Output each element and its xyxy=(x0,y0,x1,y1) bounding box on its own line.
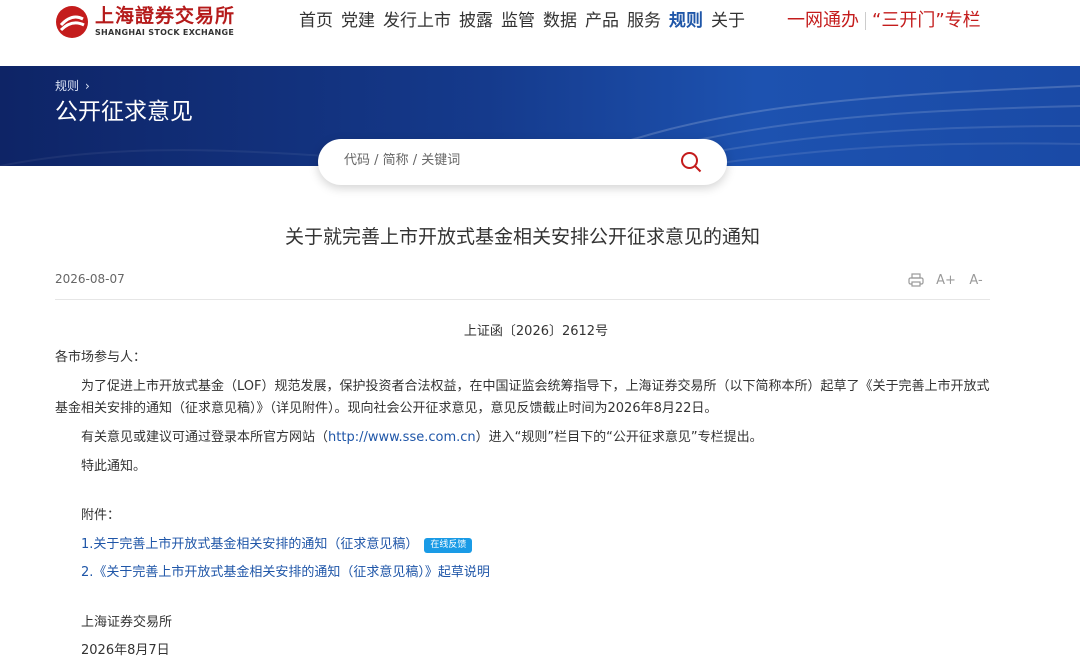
paragraph-feedback-before: 有关意见或建议可通过登录本所官方网站（ xyxy=(81,430,329,445)
greeting: 各市场参与人： xyxy=(55,350,147,365)
nav-item-products[interactable]: 产品 xyxy=(585,9,619,33)
paragraph-intro: 为了促进上市开放式基金（LOF）规范发展，保护投资者合法权益，在中国证监会统筹指… xyxy=(55,379,990,416)
attachment-item: 1.关于完善上市开放式基金相关安排的通知（征求意见稿） 在线反馈 xyxy=(81,534,473,556)
nav-item-disclosure[interactable]: 披露 xyxy=(459,9,493,33)
attachment-link-2[interactable]: 2.《关于完善上市开放式基金相关安排的通知（征求意见稿）》起草说明 xyxy=(81,562,490,584)
sse-website-link[interactable]: http://www.sse.com.cn xyxy=(328,430,476,445)
search-icon[interactable] xyxy=(680,151,702,173)
special-links-divider xyxy=(865,12,866,30)
paragraph-feedback-after: ）进入“规则”栏目下的“公开征求意见”专栏提出。 xyxy=(475,430,763,445)
main-nav: 首页 党建 发行上市 披露 监管 数据 产品 服务 规则 关于 xyxy=(299,9,753,33)
paragraph-closing: 特此通知。 xyxy=(81,459,147,474)
sse-logo[interactable]: 上海證券交易所 SHANGHAI STOCK EXCHANGE xyxy=(55,5,235,39)
document-number: 上证函〔2026〕2612号 xyxy=(463,324,609,339)
font-increase-button[interactable]: A+ xyxy=(936,270,956,290)
attachment-item: 2.《关于完善上市开放式基金相关安排的通知（征求意见稿）》起草说明 xyxy=(81,562,490,584)
article-tools: A+ A- xyxy=(906,270,996,290)
nav-item-services[interactable]: 服务 xyxy=(627,9,661,33)
logo-chinese-name: 上海證券交易所 xyxy=(95,5,236,27)
article-title: 关于就完善上市开放式基金相关安排公开征求意见的通知 xyxy=(284,226,760,248)
chevron-right-icon: › xyxy=(85,78,90,93)
article-divider xyxy=(55,299,990,300)
nav-item-rules[interactable]: 规则 xyxy=(669,9,703,33)
print-icon[interactable] xyxy=(906,270,926,290)
breadcrumb-rules[interactable]: 规则 xyxy=(55,77,79,94)
one-stop-service-link[interactable]: 一网通办 xyxy=(787,9,859,33)
paragraph-feedback: 有关意见或建议可通过登录本所官方网站（http://www.sse.com.cn… xyxy=(81,427,763,449)
search-input[interactable] xyxy=(342,152,666,169)
online-feedback-button[interactable]: 在线反馈 xyxy=(424,537,473,553)
nav-item-data[interactable]: 数据 xyxy=(543,9,577,33)
logo-english-name: SHANGHAI STOCK EXCHANGE xyxy=(95,28,235,37)
signature: 上海证券交易所 xyxy=(81,615,173,630)
search-box xyxy=(318,139,727,185)
article-date: 2026-08-07 xyxy=(55,272,125,286)
nav-item-about[interactable]: 关于 xyxy=(711,9,745,33)
signature-date: 2026年8月7日 xyxy=(81,643,170,658)
breadcrumb: 规则 › xyxy=(55,77,90,94)
font-decrease-button[interactable]: A- xyxy=(966,270,986,290)
sse-logo-icon xyxy=(56,6,88,38)
nav-item-listing[interactable]: 发行上市 xyxy=(383,9,451,33)
nav-item-party[interactable]: 党建 xyxy=(341,9,375,33)
attachment-link-1[interactable]: 1.关于完善上市开放式基金相关安排的通知（征求意见稿） xyxy=(81,534,418,556)
page-title: 公开征求意见 xyxy=(55,99,193,125)
nav-item-regulation[interactable]: 监管 xyxy=(501,9,535,33)
attachments-label: 附件： xyxy=(81,508,121,523)
top-header: 上海證券交易所 SHANGHAI STOCK EXCHANGE 首页 党建 发行… xyxy=(0,0,1080,66)
nav-item-home[interactable]: 首页 xyxy=(299,9,333,33)
three-doors-column-link[interactable]: “三开门”专栏 xyxy=(872,9,981,33)
